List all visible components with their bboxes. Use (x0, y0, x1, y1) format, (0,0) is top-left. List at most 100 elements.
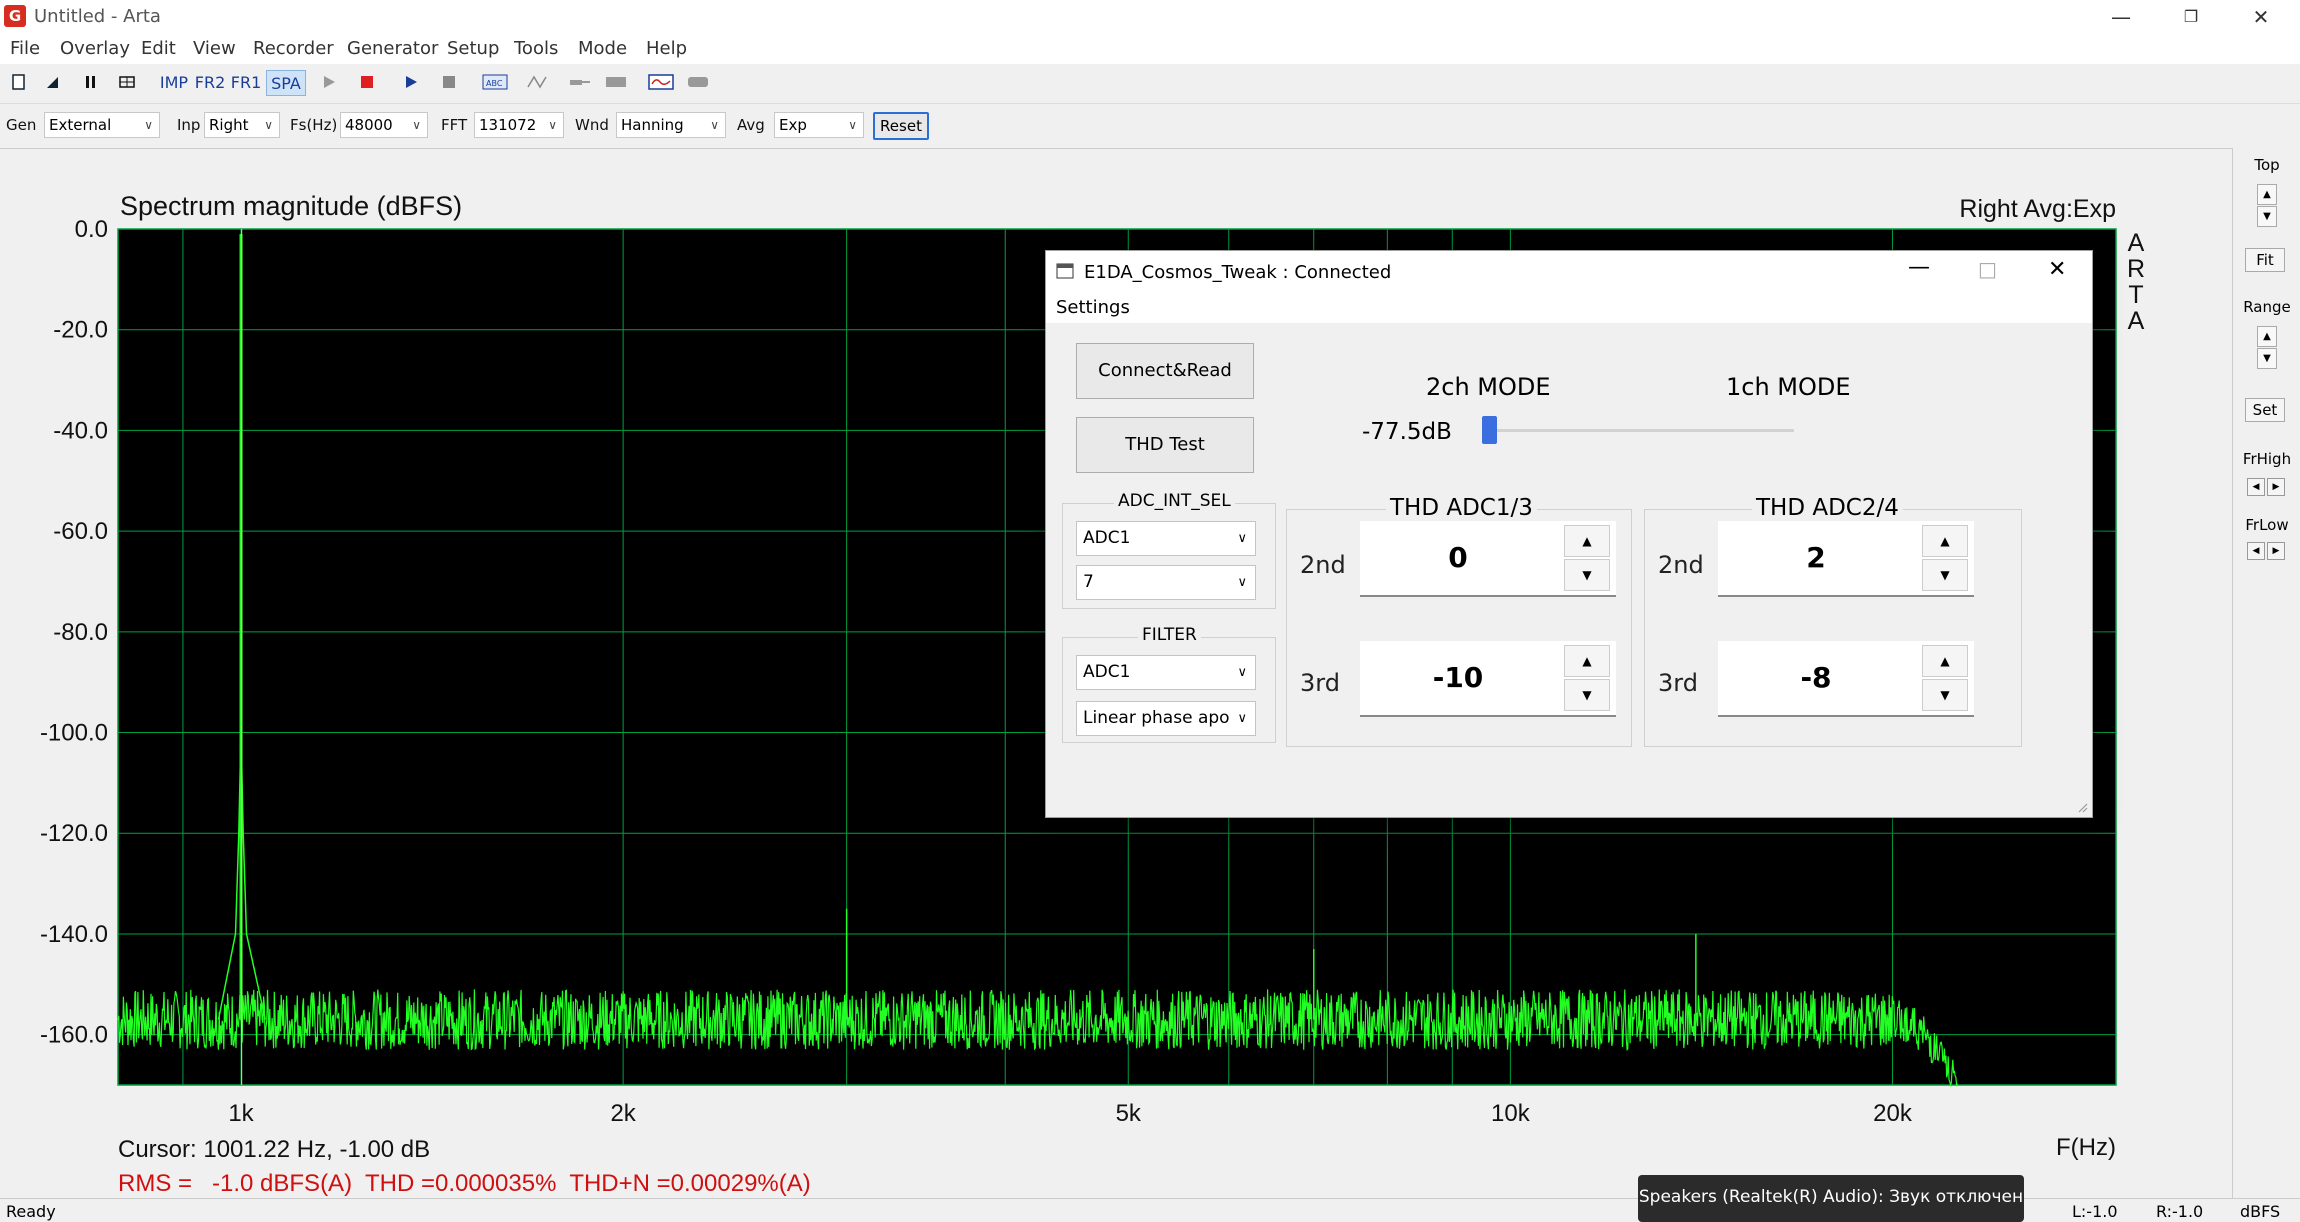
open-file-icon[interactable] (44, 73, 62, 91)
dialog-maximize-button[interactable]: □ (1978, 257, 1997, 281)
status-unit: dBFS (2240, 1202, 2281, 1221)
record-icon[interactable] (686, 73, 710, 91)
menu-setup[interactable]: Setup (447, 38, 499, 59)
adc24-3rd-down-button[interactable]: ▼ (1922, 679, 1968, 711)
adc13-2nd-up-button[interactable]: ▲ (1564, 525, 1610, 557)
range-up-button[interactable]: ▲ (2257, 326, 2277, 347)
table-icon[interactable] (118, 73, 136, 91)
fft-select[interactable]: 131072 ∨ (474, 112, 564, 138)
adc-icon[interactable]: ABC (482, 73, 508, 91)
adc13-2nd-label: 2nd (1300, 551, 1346, 579)
avg-select-value: Exp (779, 116, 807, 134)
fs-select-value: 48000 (345, 116, 393, 134)
menu-generator[interactable]: Generator (347, 38, 438, 59)
wnd-select[interactable]: Hanning ∨ (616, 112, 726, 138)
level-readout: -77.5dB (1362, 419, 1452, 445)
adc24-2nd-up-button[interactable]: ▲ (1922, 525, 1968, 557)
frhigh-left-button[interactable]: ◀ (2247, 478, 2265, 496)
close-button[interactable]: ✕ (2226, 0, 2296, 34)
probe-icon[interactable] (568, 73, 592, 91)
menu-view[interactable]: View (193, 38, 236, 59)
pause-icon[interactable] (82, 73, 100, 91)
status-right-level: R:-1.0 (2156, 1202, 2204, 1221)
toolbar: IMP FR2 FR1 SPA ABC (0, 64, 2300, 104)
avg-select[interactable]: Exp ∨ (774, 112, 864, 138)
adc24-2nd-stepper[interactable]: 2 ▲ ▼ (1718, 521, 1974, 597)
dialog-close-button[interactable]: ✕ (2048, 257, 2066, 282)
y-tick-label: -20.0 (53, 317, 108, 344)
adc24-3rd-value[interactable]: -8 (1718, 641, 1914, 715)
fr2-button[interactable]: FR2 (194, 70, 226, 96)
dialog-minimize-button[interactable]: — (1908, 255, 1930, 280)
adc-int-sel-select[interactable]: ADC1 ∨ (1076, 521, 1256, 556)
set-button[interactable]: Set (2245, 398, 2285, 422)
chevron-down-icon: ∨ (1237, 711, 1247, 726)
adc24-2nd-value[interactable]: 2 (1718, 521, 1914, 595)
mode-slider-thumb[interactable] (1482, 416, 1497, 444)
adc13-3rd-stepper[interactable]: -10 ▲ ▼ (1360, 641, 1616, 717)
resize-grip-icon[interactable] (2076, 801, 2088, 813)
filter-adc-select[interactable]: ADC1 ∨ (1076, 655, 1256, 690)
fit-button[interactable]: Fit (2245, 248, 2285, 272)
adc24-3rd-stepper[interactable]: -8 ▲ ▼ (1718, 641, 1974, 717)
new-file-icon[interactable] (10, 73, 28, 91)
adc13-2nd-stepper[interactable]: 0 ▲ ▼ (1360, 521, 1616, 597)
play-gray-icon[interactable] (320, 73, 338, 91)
range-down-button[interactable]: ▼ (2257, 348, 2277, 369)
frhigh-label: FrHigh (2242, 450, 2292, 468)
mode-slider-track[interactable] (1484, 429, 1794, 432)
stop-gray-icon[interactable] (440, 73, 458, 91)
x-tick-label: 10k (1491, 1100, 1531, 1127)
inp-select[interactable]: Right ∨ (204, 112, 280, 138)
menu-file[interactable]: File (10, 38, 40, 59)
y-tick-label: -160.0 (40, 1022, 108, 1049)
imp-button[interactable]: IMP (158, 70, 190, 96)
audio-notification-toast[interactable]: Speakers (Realtek(R) Audio): Звук отключ… (1638, 1175, 2024, 1222)
adc13-3rd-value[interactable]: -10 (1360, 641, 1556, 715)
adc13-3rd-down-button[interactable]: ▼ (1564, 679, 1610, 711)
adc13-2nd-down-button[interactable]: ▼ (1564, 559, 1610, 591)
restore-button[interactable]: ❐ (2156, 0, 2226, 34)
menu-overlay[interactable]: Overlay (60, 38, 130, 59)
y-tick-label: -120.0 (40, 820, 108, 847)
frlow-label: FrLow (2245, 516, 2289, 534)
menu-help[interactable]: Help (646, 38, 687, 59)
gen-select[interactable]: External ∨ (44, 112, 160, 138)
menu-mode[interactable]: Mode (578, 38, 627, 59)
menu-edit[interactable]: Edit (141, 38, 176, 59)
connect-read-button[interactable]: Connect&Read (1076, 343, 1254, 399)
menu-recorder[interactable]: Recorder (253, 38, 334, 59)
adc-int-num-select[interactable]: 7 ∨ (1076, 565, 1256, 600)
adc13-3rd-up-button[interactable]: ▲ (1564, 645, 1610, 677)
filter-type-select[interactable]: Linear phase apo ∨ (1076, 701, 1256, 736)
chevron-down-icon: ∨ (1237, 575, 1247, 590)
reset-button[interactable]: Reset (873, 112, 929, 140)
window-title: Untitled - Arta (34, 6, 161, 27)
stop-red-icon[interactable] (358, 73, 376, 91)
chevron-down-icon: ∨ (1237, 531, 1247, 546)
adc24-3rd-up-button[interactable]: ▲ (1922, 645, 1968, 677)
frhigh-right-button[interactable]: ▶ (2267, 478, 2285, 496)
menu-tools[interactable]: Tools (514, 38, 558, 59)
play-blue-icon[interactable] (402, 73, 420, 91)
minimize-button[interactable]: — (2086, 0, 2156, 34)
scope-icon[interactable] (648, 73, 674, 91)
dialog-title: E1DA_Cosmos_Tweak : Connected (1084, 262, 1392, 283)
y-tick-label: -40.0 (53, 417, 108, 444)
frlow-right-button[interactable]: ▶ (2267, 542, 2285, 560)
adc13-2nd-value[interactable]: 0 (1360, 521, 1556, 595)
menu-bar: File Overlay Edit View Recorder Generato… (0, 34, 2300, 64)
fs-select[interactable]: 48000 ∨ (340, 112, 428, 138)
top-up-button[interactable]: ▲ (2257, 184, 2277, 205)
top-down-button[interactable]: ▼ (2257, 206, 2277, 227)
thd-test-button[interactable]: THD Test (1076, 417, 1254, 473)
meter-icon[interactable] (604, 73, 628, 91)
adc24-3rd-label: 3rd (1658, 669, 1698, 697)
frlow-left-button[interactable]: ◀ (2247, 542, 2265, 560)
fr1-button[interactable]: FR1 (230, 70, 262, 96)
settings-menu[interactable]: Settings (1056, 297, 1130, 318)
dialog-menu-bar: Settings (1046, 293, 2092, 323)
adc24-2nd-down-button[interactable]: ▼ (1922, 559, 1968, 591)
spa-button[interactable]: SPA (266, 70, 306, 96)
filter-icon[interactable] (526, 73, 550, 91)
